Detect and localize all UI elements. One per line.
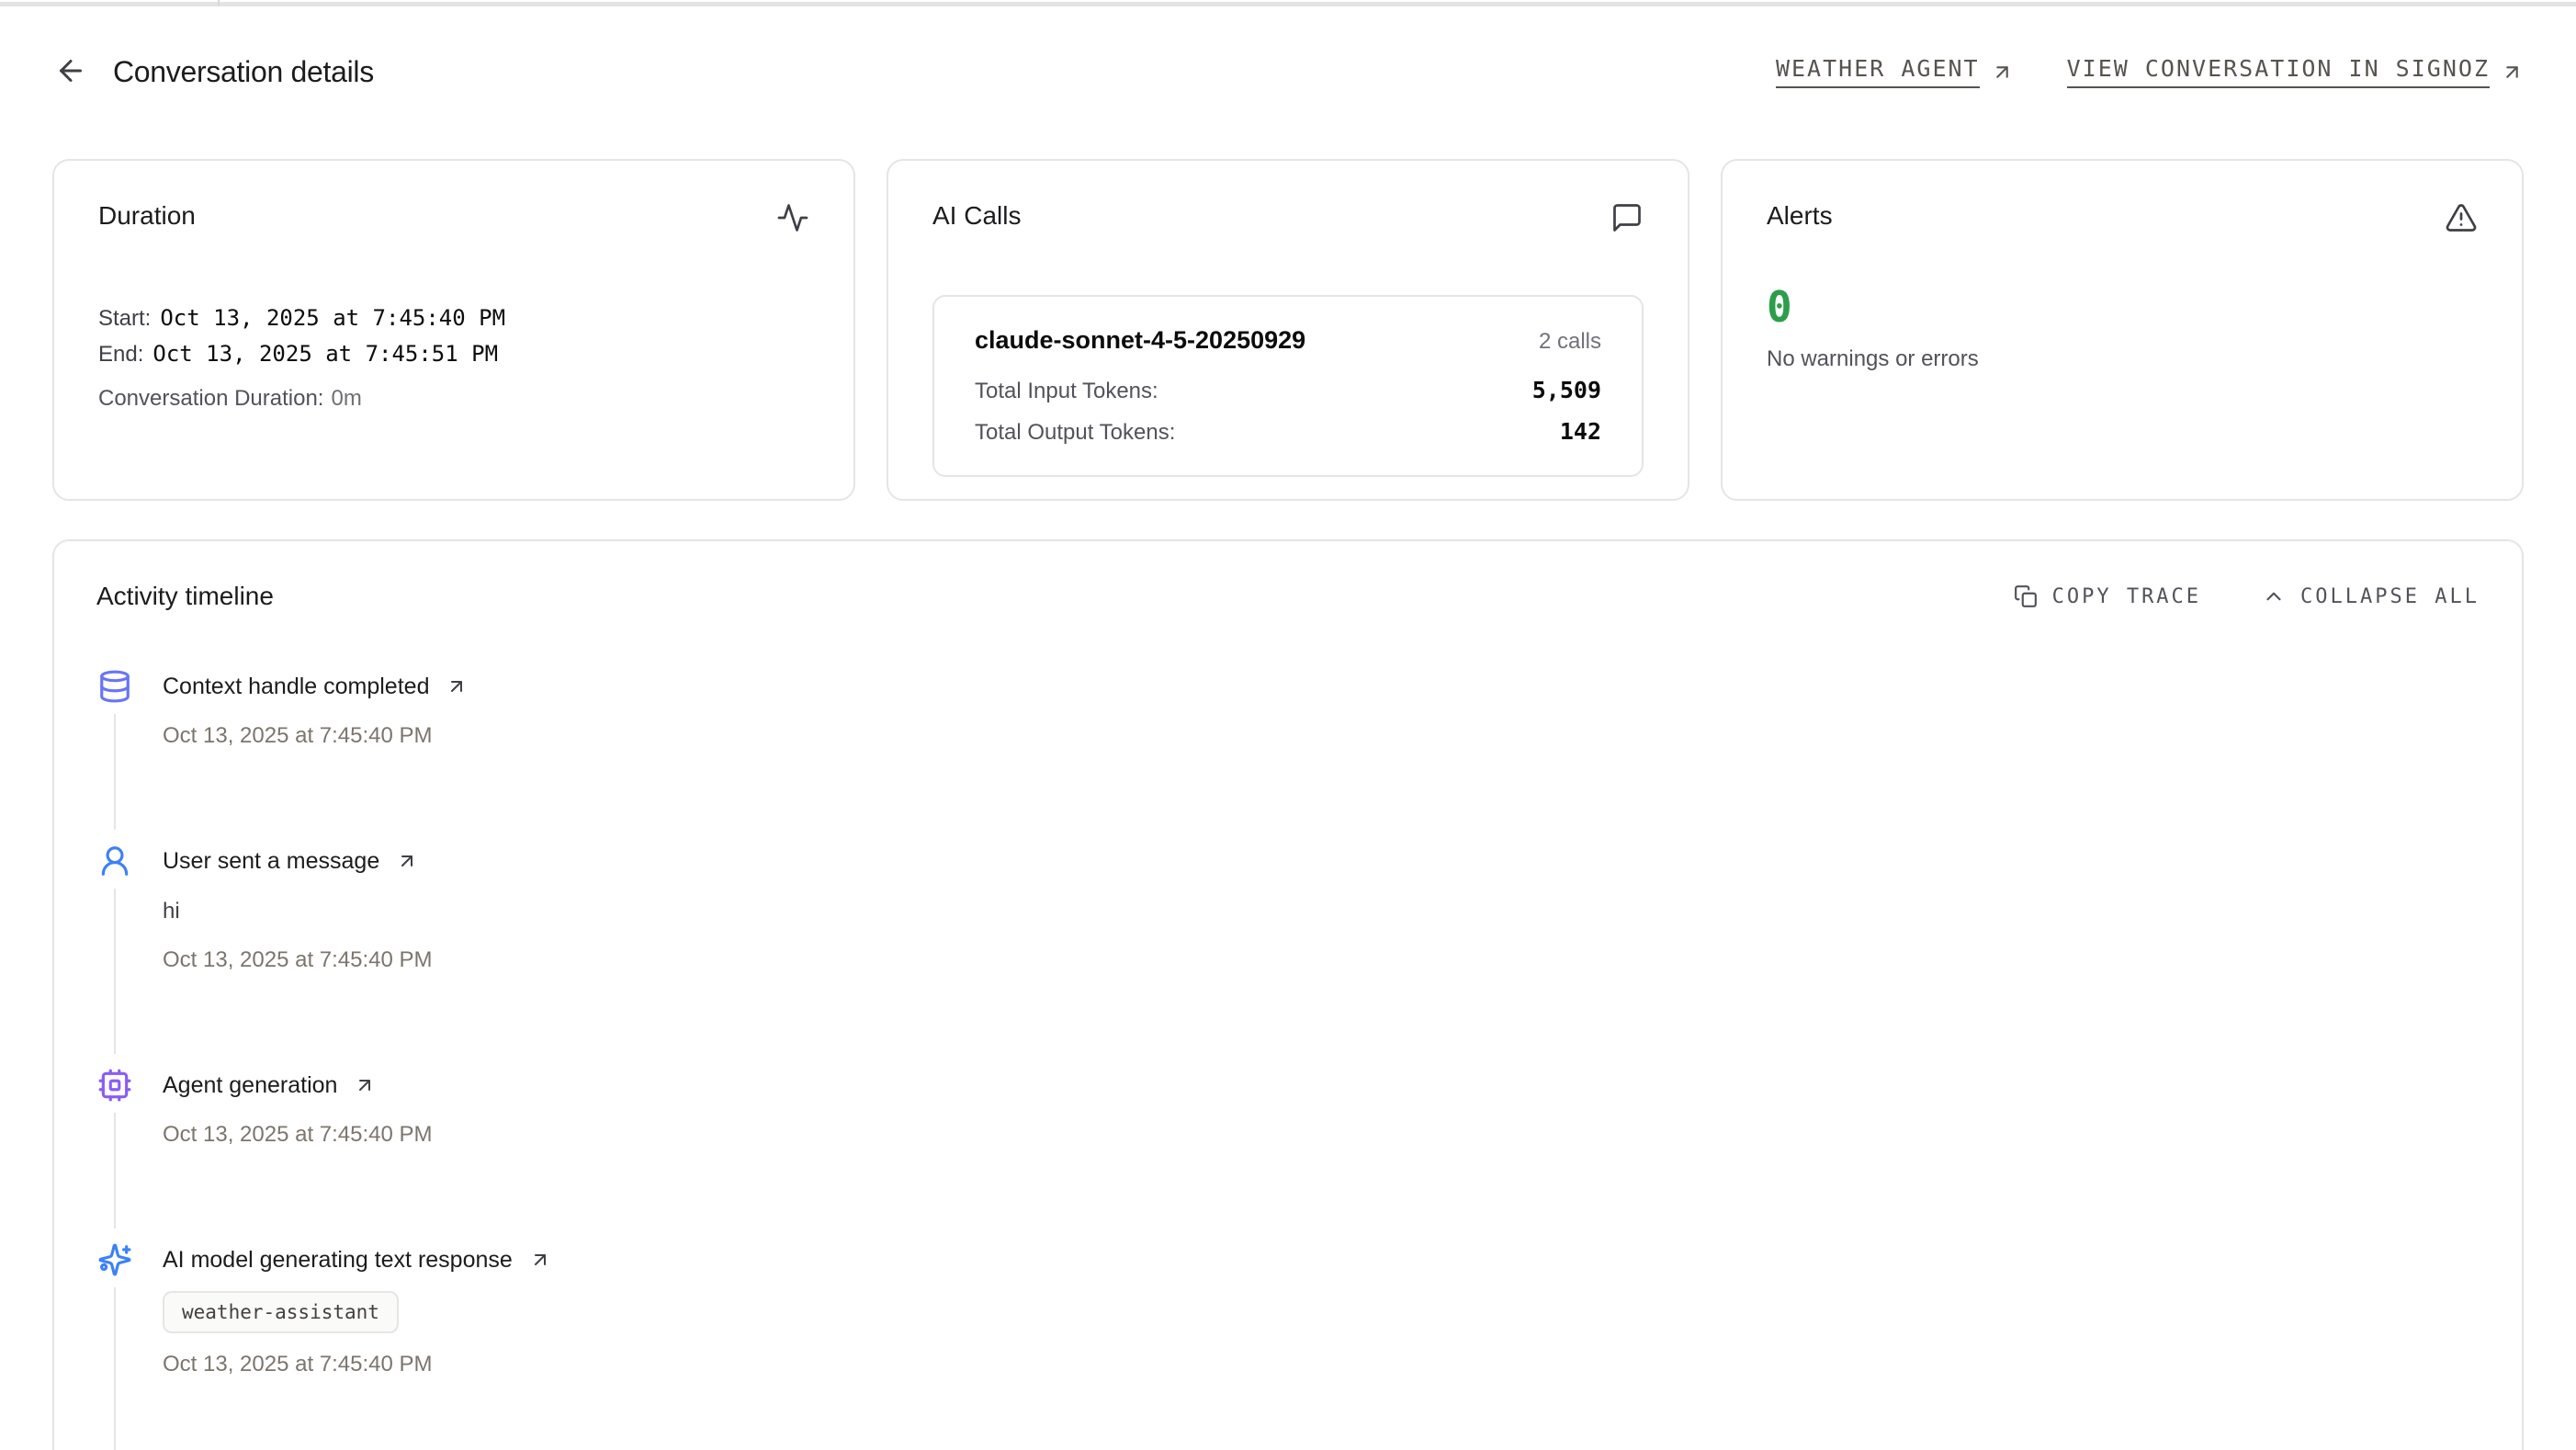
top-chrome-strip — [0, 0, 2576, 6]
conversation-details-page: Conversation details WEATHER AGENT VIEW … — [0, 43, 2576, 1450]
timeline-rail — [96, 843, 133, 1067]
arrow-up-right-icon — [354, 1074, 376, 1096]
activity-actions: COPY TRACE COLLAPSE ALL — [2014, 584, 2480, 608]
timeline-item-title: Context handle completed — [163, 674, 429, 700]
input-tokens-label: Total Input Tokens: — [975, 379, 1158, 404]
timeline-item: AI model generating text response weather… — [96, 1241, 2480, 1450]
timeline-item-link[interactable]: AI model generating text response — [163, 1241, 551, 1278]
timeline-item-link[interactable]: Agent generation — [163, 1067, 376, 1104]
arrow-up-right-icon — [529, 1249, 551, 1271]
collapse-all-label: COLLAPSE ALL — [2300, 585, 2480, 608]
alerts-card: Alerts 0 No warnings or errors — [1721, 159, 2524, 501]
conversation-duration-value: 0m — [331, 386, 361, 411]
timeline-connector — [114, 1113, 116, 1229]
conversation-duration-row: Conversation Duration: 0m — [98, 380, 809, 416]
duration-card-body: Start: Oct 13, 2025 at 7:45:40 PM End: Oct… — [98, 300, 809, 416]
weather-agent-link-label: WEATHER AGENT — [1776, 55, 1980, 88]
timeline-item-timestamp: Oct 13, 2025 at 7:45:40 PM — [163, 944, 2480, 977]
header-links: WEATHER AGENT VIEW CONVERSATION IN SIGNO… — [1776, 55, 2524, 88]
copy-icon — [2014, 584, 2038, 608]
timeline-item-timestamp: Oct 13, 2025 at 7:45:40 PM — [163, 719, 2480, 753]
timeline-item-title: User sent a message — [163, 848, 379, 875]
ai-calls-card: AI Calls claude-sonnet-4-5-20250929 2 ca… — [887, 159, 1689, 501]
timeline-item-content: AI model generating text response weather… — [163, 1241, 2480, 1450]
timeline-item-timestamp: Oct 13, 2025 at 7:45:40 PM — [163, 1118, 2480, 1151]
timeline-rail — [96, 1067, 133, 1241]
arrow-up-right-icon — [1991, 61, 2014, 84]
back-button[interactable] — [52, 53, 89, 90]
arrow-up-right-icon — [2501, 61, 2524, 84]
model-header: claude-sonnet-4-5-20250929 2 calls — [975, 326, 1601, 355]
summary-cards-row: Duration Start: Oct 13, 2025 at 7:45:40 P… — [52, 159, 2524, 501]
activity-timeline-header: Activity timeline COPY TRACE COLLAPSE AL… — [96, 582, 2480, 611]
top-strip-divider — [218, 0, 220, 6]
output-tokens-row: Total Output Tokens: 142 — [975, 418, 1601, 446]
timeline-item-content: Agent generation Oct 13, 2025 at 7:45:40 … — [163, 1067, 2480, 1241]
arrow-up-right-icon — [446, 675, 468, 697]
user-icon — [96, 843, 133, 879]
view-conversation-in-signoz-link[interactable]: VIEW CONVERSATION IN SIGNOZ — [2067, 55, 2524, 88]
timeline: Context handle completed Oct 13, 2025 at … — [96, 668, 2480, 1450]
timeline-item-link[interactable]: Context handle completed — [163, 668, 468, 705]
timeline-item: Agent generation Oct 13, 2025 at 7:45:40 … — [96, 1067, 2480, 1241]
arrow-left-icon — [54, 54, 87, 87]
cpu-icon — [96, 1067, 133, 1104]
copy-trace-label: COPY TRACE — [2052, 585, 2201, 608]
sparkles-icon — [96, 1241, 133, 1278]
timeline-rail — [96, 668, 133, 843]
activity-timeline-title: Activity timeline — [96, 582, 274, 611]
start-label: Start: — [98, 306, 151, 331]
end-value: Oct 13, 2025 at 7:45:51 PM — [153, 341, 498, 367]
timeline-connector — [114, 714, 116, 830]
alerts-card-title: Alerts — [1767, 201, 1833, 231]
database-icon — [96, 668, 133, 705]
timeline-rail — [96, 1241, 133, 1450]
alert-message: No warnings or errors — [1767, 346, 2478, 372]
timeline-connector — [114, 1287, 116, 1450]
duration-card-title: Duration — [98, 201, 196, 231]
alert-triangle-icon — [2445, 201, 2478, 234]
timeline-item-content: Context handle completed Oct 13, 2025 at … — [163, 668, 2480, 843]
timeline-item-content: User sent a message hi Oct 13, 2025 at 7:4… — [163, 843, 2480, 1067]
page-header: Conversation details WEATHER AGENT VIEW … — [52, 43, 2524, 100]
activity-timeline-card: Activity timeline COPY TRACE COLLAPSE AL… — [52, 539, 2524, 1450]
timeline-item-badge: weather-assistant — [163, 1291, 399, 1333]
arrow-up-right-icon — [396, 850, 418, 872]
timeline-connector — [114, 889, 116, 1054]
alerts-card-header: Alerts — [1767, 201, 2478, 234]
input-tokens-value: 5,509 — [1532, 377, 1601, 403]
timeline-item: User sent a message hi Oct 13, 2025 at 7:4… — [96, 843, 2480, 1067]
activity-icon — [776, 201, 809, 234]
start-row: Start: Oct 13, 2025 at 7:45:40 PM — [98, 300, 809, 336]
ai-calls-card-header: AI Calls — [932, 201, 1644, 234]
chevron-up-icon — [2262, 584, 2286, 608]
timeline-item: Context handle completed Oct 13, 2025 at … — [96, 668, 2480, 843]
timeline-item-timestamp: Oct 13, 2025 at 7:45:40 PM — [163, 1348, 2480, 1381]
page-title: Conversation details — [113, 55, 374, 89]
weather-agent-link[interactable]: WEATHER AGENT — [1776, 55, 2014, 88]
signoz-link-label: VIEW CONVERSATION IN SIGNOZ — [2067, 55, 2490, 88]
end-row: End: Oct 13, 2025 at 7:45:51 PM — [98, 336, 809, 372]
model-name: claude-sonnet-4-5-20250929 — [975, 326, 1305, 355]
ai-calls-card-title: AI Calls — [932, 201, 1021, 231]
conversation-duration-label: Conversation Duration: — [98, 386, 323, 411]
timeline-item-link[interactable]: User sent a message — [163, 843, 418, 879]
timeline-item-title: Agent generation — [163, 1072, 337, 1099]
copy-trace-button[interactable]: COPY TRACE — [2014, 584, 2201, 608]
duration-card: Duration Start: Oct 13, 2025 at 7:45:40 P… — [52, 159, 855, 501]
collapse-all-button[interactable]: COLLAPSE ALL — [2262, 584, 2480, 608]
output-tokens-label: Total Output Tokens: — [975, 420, 1175, 446]
alert-count: 0 — [1767, 286, 2478, 328]
duration-card-header: Duration — [98, 201, 809, 234]
end-label: End: — [98, 342, 143, 367]
input-tokens-row: Total Input Tokens: 5,509 — [975, 377, 1601, 404]
start-value: Oct 13, 2025 at 7:45:40 PM — [160, 305, 505, 331]
output-tokens-value: 142 — [1560, 418, 1601, 445]
timeline-item-title: AI model generating text response — [163, 1247, 513, 1274]
message-square-icon — [1610, 201, 1644, 234]
timeline-item-body: hi — [163, 894, 2480, 929]
model-call-count: 2 calls — [1539, 329, 1601, 355]
model-usage-card: claude-sonnet-4-5-20250929 2 calls Total… — [932, 295, 1644, 477]
